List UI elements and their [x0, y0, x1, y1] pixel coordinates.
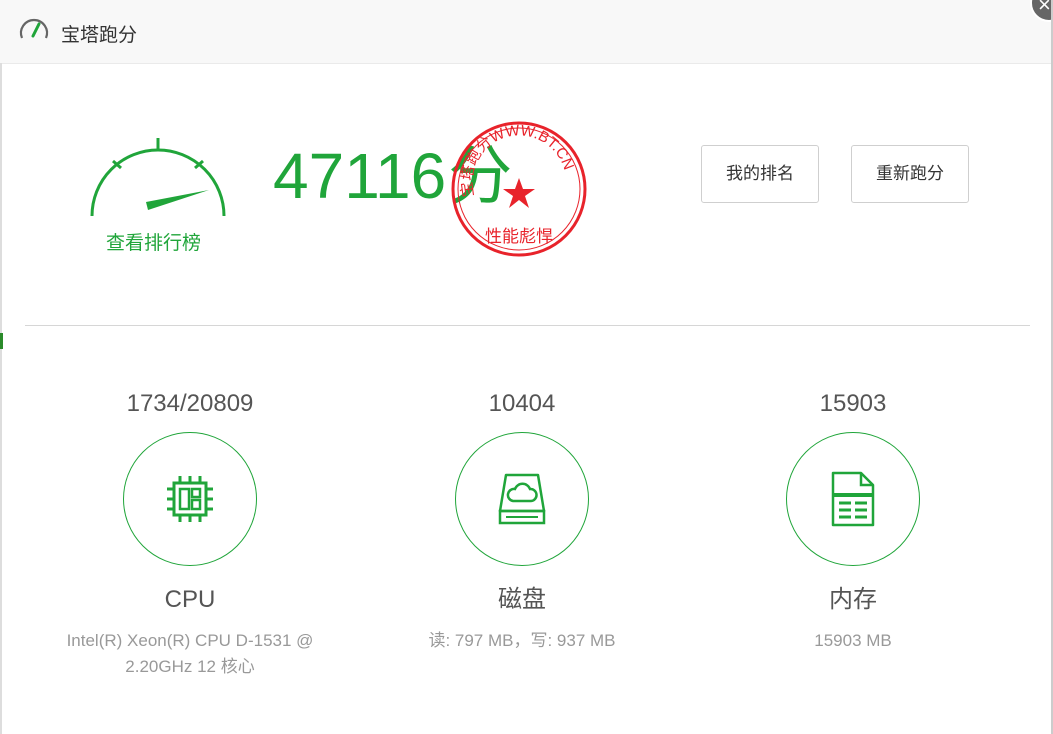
disk-cloud-icon — [498, 473, 546, 525]
cpu-metric: 1734/20809 CPU Intel(R) Xeon(R) CPU D-15… — [30, 388, 350, 680]
bt-stamp-seal: 宝塔跑分WWW.BT.CN 性能彪悍 — [451, 121, 587, 257]
dialog-title: 宝塔跑分 — [61, 25, 138, 46]
disk-metric: 10404 磁盘 读: 797 MB，写: 937 MB — [362, 388, 682, 654]
cpu-desc-line2: 2.20GHz 12 核心 — [125, 657, 255, 676]
left-border — [0, 63, 2, 734]
cpu-chip-icon — [167, 476, 213, 522]
speed-gauge-icon[interactable] — [86, 132, 230, 222]
speedometer-icon — [19, 18, 49, 39]
score-value: 47116 — [273, 140, 447, 212]
cpu-description: Intel(R) Xeon(R) CPU D-1531 @ 2.20GHz 12… — [30, 628, 350, 680]
memory-document-icon — [831, 471, 875, 527]
left-edge-marker — [0, 333, 3, 349]
disk-description: 读: 797 MB，写: 937 MB — [428, 631, 616, 650]
memory-description: 15903 MB — [814, 631, 892, 650]
disk-score: 10404 — [488, 390, 556, 417]
cpu-score: 1734/20809 — [126, 390, 254, 417]
memory-score: 15903 — [819, 390, 887, 417]
cpu-desc-line1: Intel(R) Xeon(R) CPU D-1531 @ — [66, 631, 314, 650]
memory-metric: 15903 内存 15903 MB — [693, 388, 1013, 654]
memory-icon-circle — [786, 432, 920, 566]
cpu-label: CPU — [164, 586, 216, 613]
dialog-titlebar: 宝塔跑分 — [0, 0, 1053, 64]
leaderboard-link[interactable]: 查看排行榜 — [106, 228, 201, 255]
disk-icon-circle — [455, 432, 589, 566]
cpu-icon-circle — [123, 432, 257, 566]
stamp-bottom-text: 性能彪悍 — [485, 227, 553, 246]
my-rank-button[interactable]: 我的排名 — [701, 145, 819, 203]
section-divider — [25, 325, 1030, 326]
memory-label: 内存 — [829, 586, 877, 613]
disk-label: 磁盘 — [498, 586, 546, 613]
rerun-benchmark-button[interactable]: 重新跑分 — [851, 145, 969, 203]
